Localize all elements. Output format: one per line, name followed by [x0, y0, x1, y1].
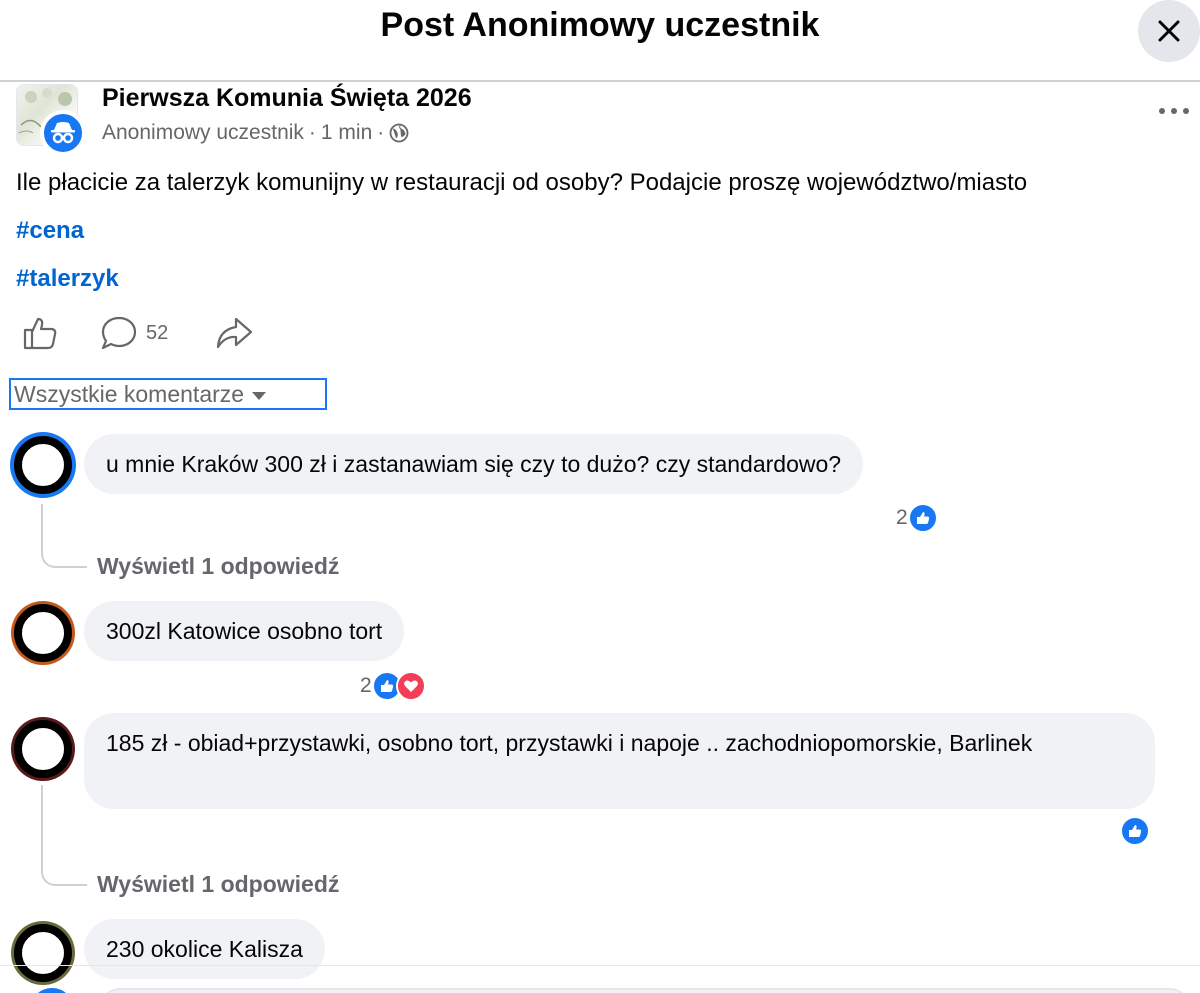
- comment-text: 300zl Katowice osobno tort: [106, 618, 383, 644]
- comment-text: u mnie Kraków 300 zł i zastanawiam się c…: [106, 451, 842, 477]
- comments-filter-label: Wszystkie komentarze: [14, 380, 245, 407]
- reaction-count: 2: [360, 674, 372, 697]
- meta-separator: ·: [308, 121, 316, 144]
- reaction-count: 2: [896, 506, 908, 529]
- comment-icon: [101, 316, 137, 350]
- commenter-avatar[interactable]: [14, 604, 72, 662]
- like-button[interactable]: [22, 313, 58, 353]
- view-replies-link[interactable]: Wyświetl 1 odpowiedź: [97, 871, 339, 898]
- close-icon: [1158, 20, 1180, 42]
- post-time[interactable]: 1 min: [321, 121, 372, 145]
- comments-filter-dropdown[interactable]: Wszystkie komentarze: [9, 378, 327, 410]
- share-icon: [216, 317, 253, 349]
- anonymous-avatar: [40, 110, 86, 156]
- comment-bubble: 300zl Katowice osobno tort: [84, 601, 405, 661]
- share-button[interactable]: [214, 313, 254, 353]
- post-author[interactable]: Anonimowy uczestnik: [102, 121, 304, 145]
- close-button[interactable]: [1138, 0, 1200, 62]
- comment-bubble: u mnie Kraków 300 zł i zastanawiam się c…: [84, 434, 864, 494]
- love-reaction-icon: [395, 671, 426, 701]
- like-reaction-icon: [1120, 816, 1150, 846]
- user-avatar: [30, 988, 74, 993]
- composer-divider: [0, 965, 1200, 966]
- view-replies-link[interactable]: Wyświetl 1 odpowiedź: [97, 553, 339, 580]
- dialog-title: Post Anonimowy uczestnik: [380, 6, 820, 44]
- commenter-avatar[interactable]: [14, 720, 72, 778]
- comment-composer-input[interactable]: [100, 988, 1190, 993]
- meta-separator: ·: [377, 121, 385, 144]
- like-reaction-icon: [907, 503, 938, 533]
- more-icon: [1159, 108, 1189, 114]
- dialog-header: Post Anonimowy uczestnik: [0, 0, 1200, 82]
- group-name[interactable]: Pierwsza Komunia Święta 2026: [102, 84, 472, 113]
- comment-text: 230 okolice Kalisza: [106, 936, 303, 962]
- post-text: Ile płacicie za talerzyk komunijny w res…: [16, 169, 1028, 196]
- comment-bubble: 230 okolice Kalisza: [84, 919, 325, 979]
- comment-reactions[interactable]: 2: [360, 671, 426, 701]
- globe-icon: [389, 123, 409, 143]
- commenter-avatar[interactable]: [14, 924, 72, 982]
- post-meta: Anonimowy uczestnik · 1 min ·: [102, 121, 409, 145]
- hashtag-link[interactable]: #talerzyk: [16, 265, 119, 293]
- thread-connector: [41, 504, 87, 568]
- like-icon: [23, 317, 57, 350]
- comment-reactions[interactable]: 2: [896, 503, 938, 533]
- anonymous-icon: [51, 122, 75, 144]
- more-options-button[interactable]: [1154, 96, 1194, 126]
- comment-bubble: 185 zł - obiad+przystawki, osobno tort, …: [84, 713, 1155, 809]
- comment-text: 185 zł - obiad+przystawki, osobno tort, …: [106, 730, 1033, 756]
- commenter-avatar[interactable]: [14, 436, 72, 494]
- comment-reactions[interactable]: [1120, 816, 1150, 846]
- hashtag-link[interactable]: #cena: [16, 217, 84, 245]
- comment-count: 52: [146, 321, 169, 344]
- caret-down-icon: [252, 392, 267, 400]
- thread-connector: [41, 785, 87, 886]
- comment-button[interactable]: 52: [100, 313, 168, 353]
